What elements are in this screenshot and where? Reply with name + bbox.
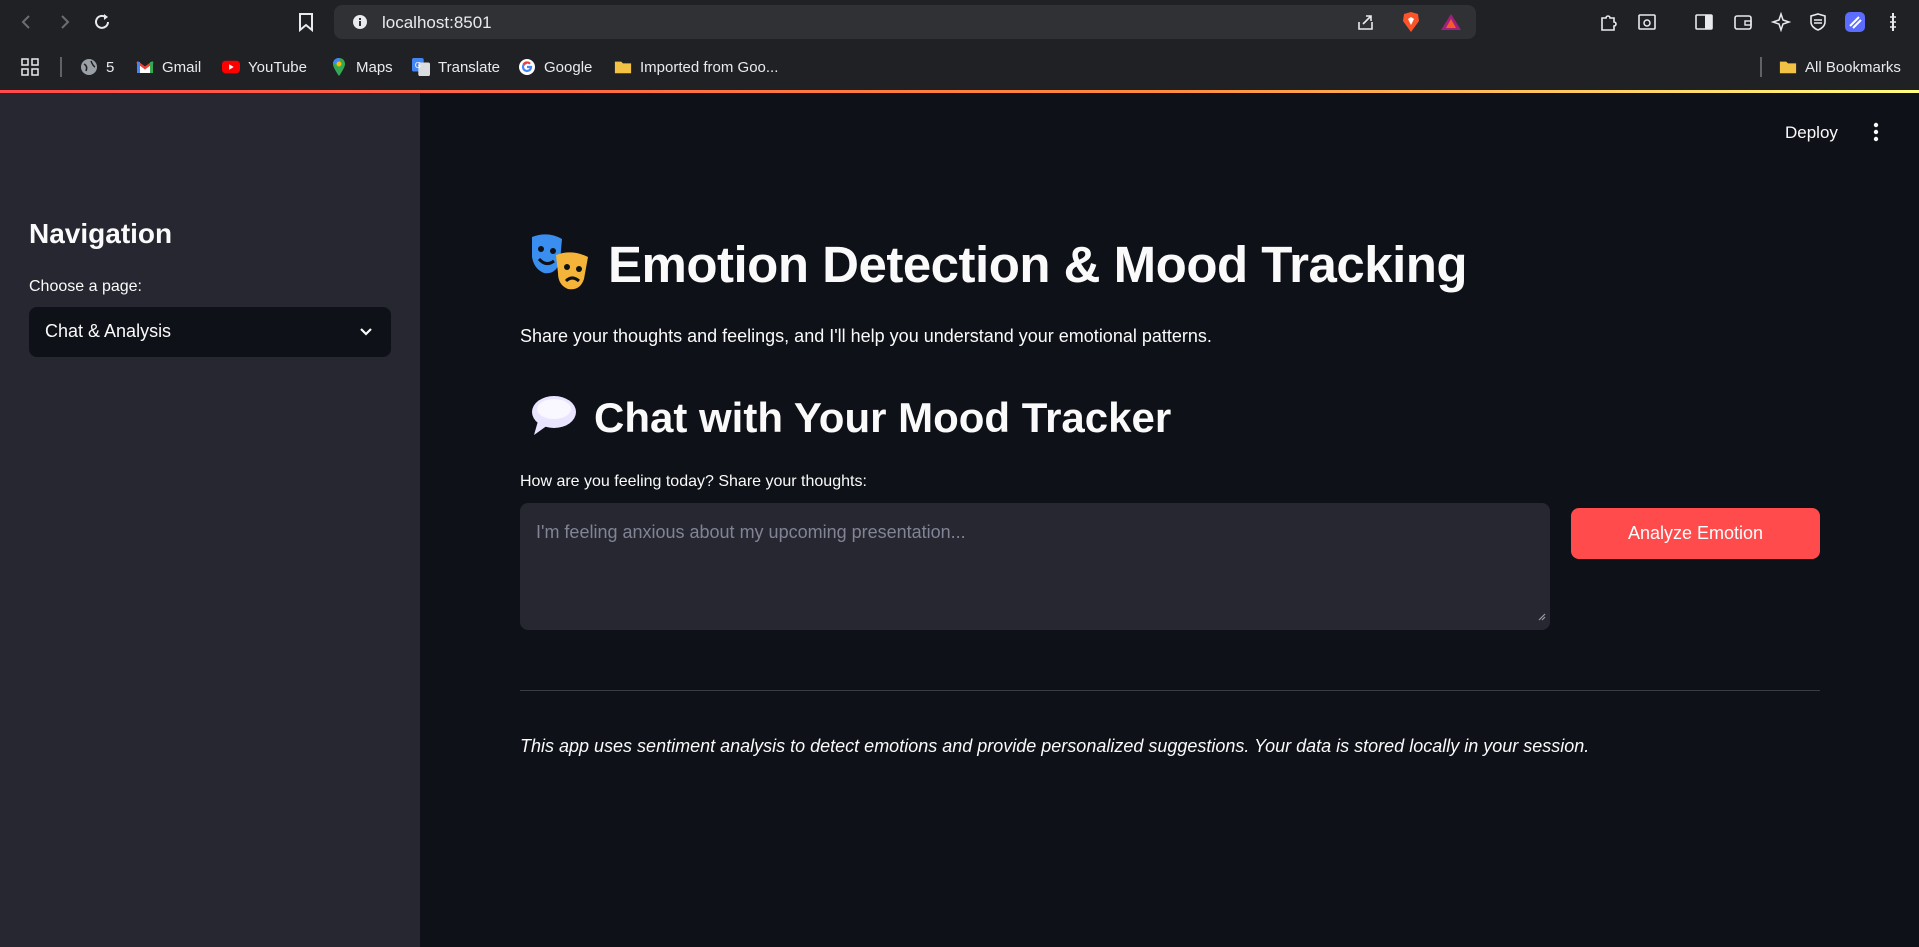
main-menu-icon[interactable] — [1864, 120, 1888, 144]
google-icon — [518, 58, 536, 76]
browser-toolbar: localhost:8501 — [0, 0, 1919, 44]
address-bar[interactable]: localhost:8501 — [334, 5, 1476, 39]
bookmark-globe[interactable]: 5 — [80, 54, 114, 80]
analyze-emotion-button[interactable]: Analyze Emotion — [1571, 508, 1820, 559]
chat-heading: Chat with Your Mood Tracker — [530, 393, 1171, 442]
globe-icon — [80, 58, 98, 76]
url-text: localhost:8501 — [382, 13, 492, 32]
brave-shields-icon[interactable] — [1397, 8, 1425, 36]
page-subtitle: Share your thoughts and feelings, and I'… — [520, 326, 1212, 346]
share-icon[interactable] — [1352, 8, 1380, 36]
bookmark-gmail[interactable]: Gmail — [136, 54, 201, 80]
footer-note: This app uses sentiment analysis to dete… — [520, 736, 1590, 756]
bookmarks-bar: 5 Gmail YouTube Maps G Translate Google — [0, 44, 1919, 90]
main-content: Deploy Emotion Detection & Mood Tracking… — [420, 93, 1919, 947]
bookmarks-separator — [1760, 57, 1762, 77]
gmail-icon — [136, 58, 154, 76]
sidebar: Navigation Choose a page: Chat & Analysi… — [0, 93, 420, 947]
bookmark-maps[interactable]: Maps — [330, 54, 393, 80]
reload-icon[interactable] — [88, 8, 116, 36]
bookmark-all[interactable]: All Bookmarks — [1779, 54, 1901, 80]
feeling-input[interactable]: I'm feeling anxious about my upcoming pr… — [520, 503, 1550, 630]
tab-search-icon[interactable] — [1633, 8, 1661, 36]
back-icon[interactable] — [13, 8, 41, 36]
feeling-input-label: How are you feeling today? Share your th… — [520, 473, 867, 490]
resize-handle-icon[interactable] — [1536, 608, 1546, 626]
maps-icon — [330, 58, 348, 76]
bookmark-google[interactable]: Google — [518, 54, 592, 80]
folder-icon — [614, 58, 632, 76]
page-title: Emotion Detection & Mood Tracking — [530, 233, 1468, 296]
feeling-input-placeholder: I'm feeling anxious about my upcoming pr… — [536, 522, 966, 542]
bookmark-youtube[interactable]: YouTube — [222, 54, 307, 80]
profile-extension-icon[interactable] — [1841, 8, 1869, 36]
extensions-icon[interactable] — [1594, 8, 1622, 36]
bookmark-page-icon[interactable] — [292, 8, 320, 36]
translate-icon: G — [412, 58, 430, 76]
page-title-text: Emotion Detection & Mood Tracking — [608, 236, 1468, 293]
bookmark-label: Translate — [438, 58, 500, 76]
forward-icon[interactable] — [50, 8, 78, 36]
bookmark-label: All Bookmarks — [1805, 58, 1901, 76]
bookmark-translate[interactable]: G Translate — [412, 54, 500, 80]
bookmarks-separator — [60, 57, 62, 77]
svg-text:G: G — [415, 60, 421, 70]
page-select-value: Chat & Analysis — [45, 321, 172, 341]
vpn-icon[interactable] — [1804, 8, 1832, 36]
page-select[interactable]: Chat & Analysis — [29, 307, 391, 357]
leo-ai-icon[interactable] — [1767, 8, 1795, 36]
page-select-label: Choose a page: — [29, 278, 142, 295]
bookmark-label: YouTube — [248, 58, 307, 76]
sidebar-title: Navigation — [29, 218, 173, 249]
bookmark-label: Maps — [356, 58, 393, 76]
youtube-icon — [222, 58, 240, 76]
apps-icon[interactable] — [20, 54, 40, 80]
speech-balloon-icon — [530, 393, 578, 442]
bookmark-folder-imported[interactable]: Imported from Goo... — [614, 54, 778, 80]
browser-menu-icon[interactable] — [1879, 8, 1907, 36]
deploy-button[interactable]: Deploy — [1785, 123, 1838, 143]
chat-heading-text: Chat with Your Mood Tracker — [594, 393, 1172, 441]
folder-icon — [1779, 58, 1797, 76]
performing-arts-masks-icon — [530, 233, 590, 296]
brave-rewards-icon[interactable] — [1437, 8, 1465, 36]
bookmark-label: Gmail — [162, 58, 202, 76]
bookmark-label: Google — [544, 58, 593, 76]
bookmark-label: Imported from Goo... — [640, 58, 779, 76]
site-info-icon[interactable] — [346, 8, 374, 36]
section-divider — [520, 690, 1820, 691]
chevron-down-icon — [357, 322, 375, 345]
sidebar-toggle-icon[interactable] — [1690, 8, 1718, 36]
wallet-icon[interactable] — [1729, 8, 1757, 36]
bookmark-label: 5 — [106, 58, 115, 76]
